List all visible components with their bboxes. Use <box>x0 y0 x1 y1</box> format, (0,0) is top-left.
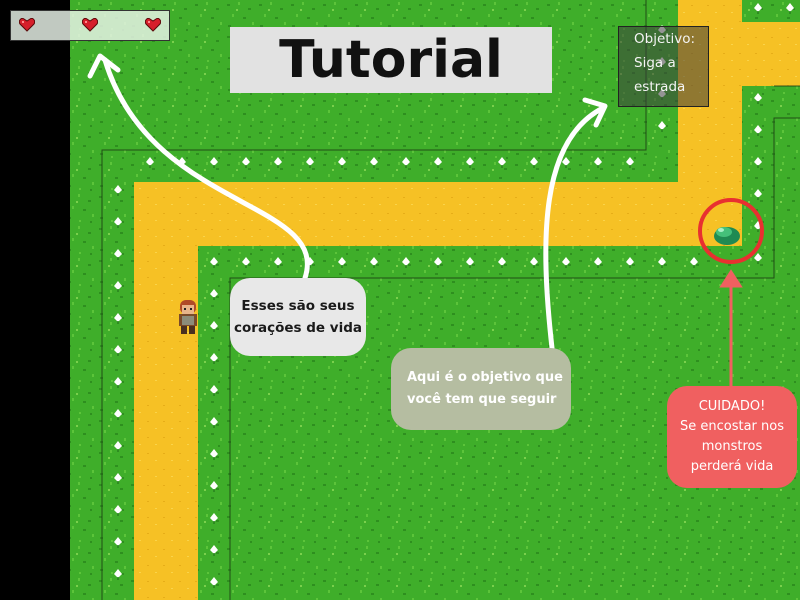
title-banner: Tutorial <box>230 27 552 93</box>
slime-monster <box>714 227 740 245</box>
page-title: Tutorial <box>279 30 503 90</box>
health-hearts-bar <box>10 10 170 41</box>
objective-line-1: Siga a <box>634 55 676 71</box>
hearts-callout-text: Esses são seus corações de vida <box>234 298 362 336</box>
objective-label: Objetivo: <box>634 31 696 47</box>
warning-callout-text: CUIDADO! Se encostar nos monstros perder… <box>680 399 784 474</box>
objective-panel: Objetivo: Siga a estrada <box>618 26 709 107</box>
objective-callout-text: Aqui é o objetivo que você tem que segui… <box>407 370 563 407</box>
hearts-callout: Esses são seus corações de vida <box>230 278 366 356</box>
heart-icon <box>19 18 35 32</box>
heart-icon <box>145 18 161 32</box>
objective-line-2: estrada <box>634 79 686 95</box>
warning-callout: CUIDADO! Se encostar nos monstros perder… <box>667 386 797 488</box>
objective-callout: Aqui é o objetivo que você tem que segui… <box>391 348 571 430</box>
heart-icon <box>82 18 98 32</box>
